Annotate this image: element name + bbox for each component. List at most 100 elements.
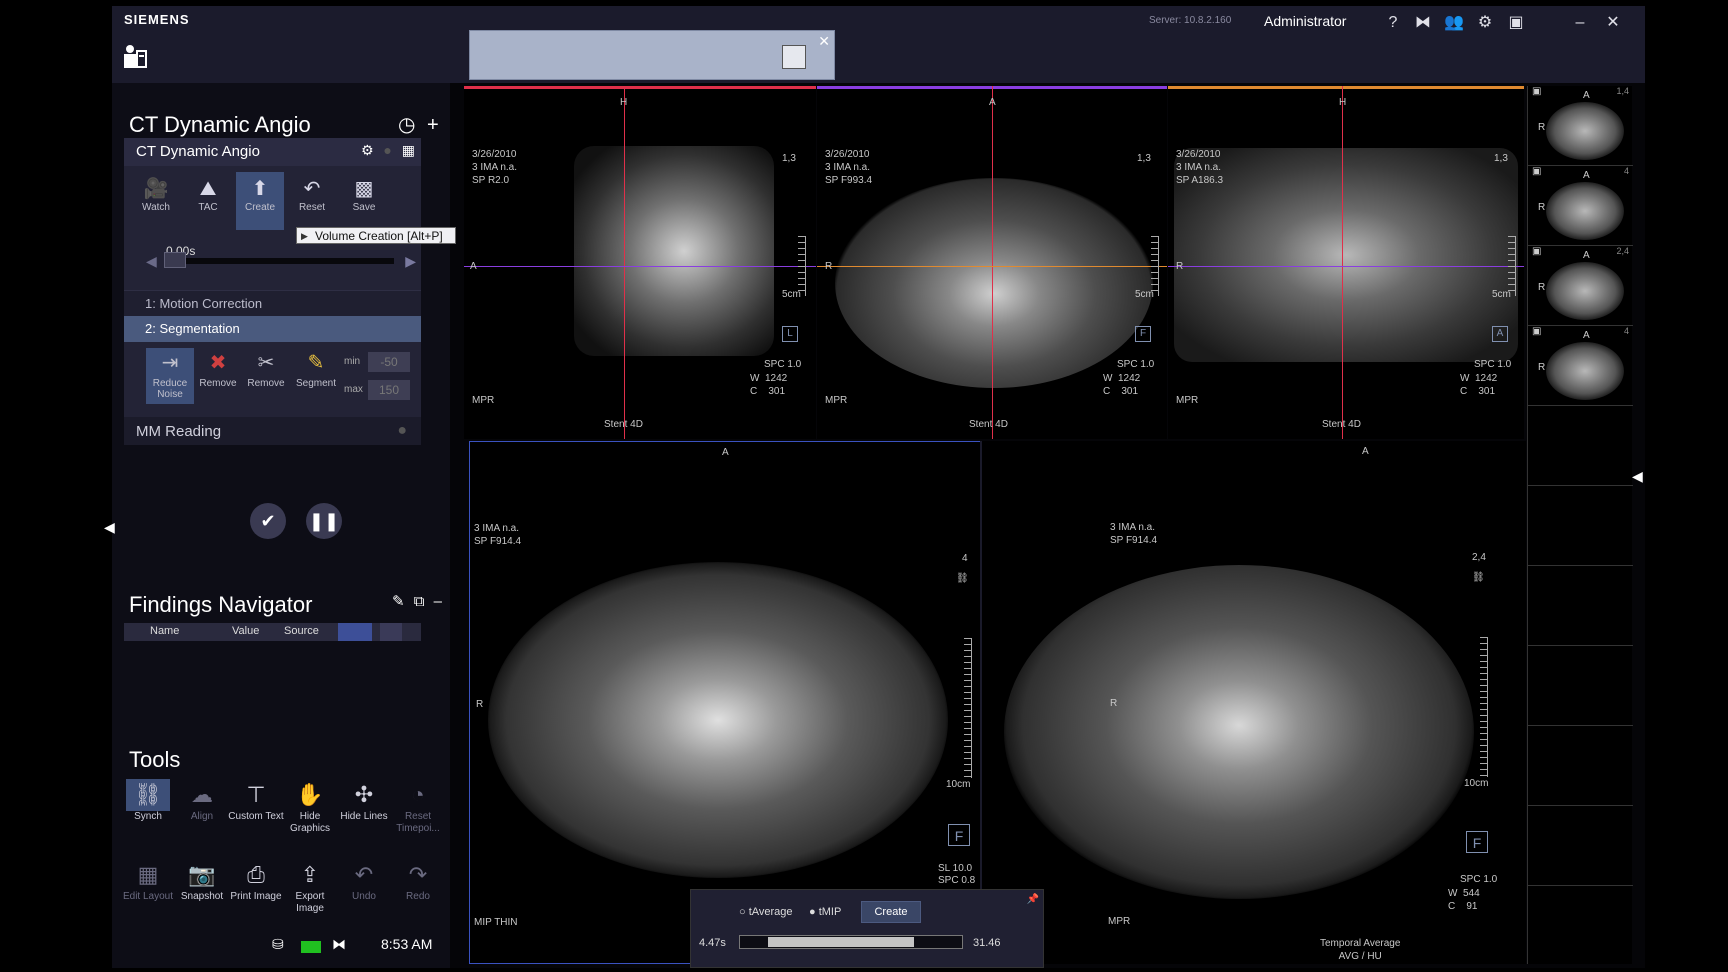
time-slider[interactable]: ◀ 0.00s ▶ [146, 244, 416, 274]
thumbnail-select-icon: ▣ [1532, 166, 1542, 177]
remove-bone-icon: ✂ [257, 352, 275, 374]
grid-icon[interactable]: ▦ [402, 142, 415, 158]
spc-value: SPC 1.0 [1117, 359, 1155, 370]
redo-button[interactable]: ↷ Redo [390, 859, 446, 903]
scale-ruler [1480, 637, 1488, 777]
reset-button[interactable]: ↶ Reset [288, 176, 336, 213]
slider-track[interactable] [164, 258, 394, 264]
collapse-left-arrow-icon[interactable]: ◀ [104, 519, 115, 536]
edit-findings-icon[interactable]: ✎ [392, 593, 405, 610]
export-image-button[interactable]: ⇪ Export Image [282, 859, 338, 915]
pin-icon[interactable]: 📌 [1027, 894, 1039, 905]
scale-label: 5cm [782, 289, 801, 300]
scale-ruler [1508, 236, 1516, 296]
watch-button[interactable]: 🎥 Watch [132, 176, 180, 213]
close-icon[interactable]: ✕ [1602, 12, 1624, 34]
scale-label: 5cm [1492, 289, 1511, 300]
reduce-noise-icon: ⇥ [161, 352, 179, 374]
align-button[interactable]: ☁ Align [174, 779, 230, 823]
tac-button[interactable]: ⛰ TAC [184, 176, 232, 213]
align-icon: ☁ [191, 782, 213, 807]
time-range-fill[interactable] [768, 937, 914, 947]
toolbox-icon[interactable]: ▣ [1505, 12, 1527, 34]
remove-bone-button[interactable]: ✂ Remove [242, 348, 290, 389]
viewport-temporal-average[interactable]: A R 3 IMA n.a. SP F914.4 2,4 ⛓ 10cm F SPC… [982, 441, 1526, 964]
link-icon[interactable]: ⛓ [956, 572, 969, 585]
max-label: max [344, 384, 363, 395]
orientation-left: R [1176, 261, 1184, 272]
segment-button[interactable]: ✎ Segment [292, 348, 340, 389]
gear-icon[interactable]: ⚙ [361, 142, 374, 158]
time-range-slider[interactable] [739, 935, 963, 949]
step-segmentation[interactable]: 2: Segmentation [124, 316, 421, 342]
add-icon[interactable]: + [427, 114, 439, 136]
collapse-right-arrow-icon[interactable]: ◀ [1632, 468, 1643, 485]
help-icon[interactable]: ? [1382, 12, 1404, 34]
print-image-icon: ⎙ [247, 862, 265, 887]
viewport-sagittal[interactable]: H A 3/26/2010 3 IMA n.a. SP R2.0 1,3 5cm L… [464, 86, 816, 439]
thumbnail-strip: ▣ A R 1,4 ▣ A R 4 ▣ A R 2,4 ▣ A R 4 [1527, 86, 1633, 964]
create-button[interactable]: Create [861, 901, 921, 923]
viewport-color-bar [1168, 86, 1524, 89]
spc-value: SPC 1.0 [1474, 359, 1512, 370]
step-motion-correction[interactable]: 1: Motion Correction [124, 290, 421, 316]
undo-button[interactable]: ↶ Undo [336, 859, 392, 903]
view-label: Temporal Average AVG / HU [1320, 938, 1401, 962]
export-findings-icon[interactable]: ⧉ [414, 593, 425, 610]
snapshot-button[interactable]: 📷 Snapshot [174, 859, 230, 903]
gear-icon[interactable]: ⚙ [1474, 12, 1496, 34]
column-value[interactable]: Value [232, 625, 259, 637]
popup-document-icon[interactable] [782, 45, 806, 69]
minimize-findings-icon[interactable]: – [434, 593, 442, 610]
confirm-button[interactable]: ✔ [250, 503, 286, 539]
hide-lines-button[interactable]: ✣ Hide Lines [336, 779, 392, 823]
viewport-mip-large[interactable]: A R 3 IMA n.a. SP F914.4 4 ⛓ 10cm F SL 10… [469, 441, 981, 964]
thumbnail[interactable]: ▣ A R 1,4 [1528, 86, 1633, 166]
custom-text-button[interactable]: ⊤ Custom Text [228, 779, 284, 823]
slider-thumb[interactable] [164, 252, 186, 268]
popup-close-icon[interactable]: ✕ [818, 33, 830, 50]
min-input[interactable]: -50 [368, 352, 410, 372]
column-info-icon[interactable] [380, 623, 402, 641]
view-label: Stent 4D [969, 419, 1008, 430]
column-type-icon[interactable] [338, 623, 372, 641]
synch-button[interactable]: ⛓ Synch [120, 779, 176, 823]
hide-graphics-button[interactable]: ✋ Hide Graphics [282, 779, 338, 835]
remove-table-button[interactable]: ✖ Remove [194, 348, 242, 389]
column-source[interactable]: Source [284, 625, 319, 637]
image-number: 1,3 [1494, 153, 1508, 164]
pause-button[interactable]: ❚❚ [306, 503, 342, 539]
thumbnail[interactable]: ▣ A R 2,4 [1528, 246, 1633, 326]
thumbnail[interactable]: ▣ A R 4 [1528, 166, 1633, 246]
users-icon[interactable]: 👥 [1443, 12, 1465, 34]
thumbnail[interactable]: ▣ A R 4 [1528, 326, 1633, 406]
viewport-axial[interactable]: A R 3/26/2010 3 IMA n.a. SP F993.4 1,3 5cm… [817, 86, 1167, 439]
column-name[interactable]: Name [150, 625, 179, 637]
save-button[interactable]: ▩ Save [340, 176, 388, 213]
create-button[interactable]: ⬆ Create [236, 172, 284, 230]
print-image-button[interactable]: ⎙ Print Image [228, 859, 284, 903]
user-name[interactable]: Administrator [1264, 13, 1346, 29]
edit-layout-button[interactable]: ▦ Edit Layout [120, 859, 176, 903]
slider-right-arrow-icon[interactable]: ▶ [405, 253, 416, 270]
link-icon[interactable]: ⛓ [1472, 571, 1485, 584]
history-icon[interactable]: ◷ [398, 114, 415, 136]
viewport-coronal[interactable]: H R 3/26/2010 3 IMA n.a. SP A186.3 1,3 5cm… [1168, 86, 1524, 439]
slider-left-arrow-icon[interactable]: ◀ [146, 253, 157, 270]
window-values: W 1242 C 301 [1103, 373, 1141, 397]
layout-icon[interactable]: ⧓ [1412, 12, 1434, 34]
mm-reading-section[interactable]: MM Reading ● [124, 417, 421, 445]
sagittal-ct-image [574, 146, 774, 356]
option-taverage[interactable]: ○ tAverage [739, 906, 793, 918]
option-tmip[interactable]: ● tMIP [809, 906, 841, 918]
view-type: MPR [1108, 916, 1131, 927]
custom-text-icon: ⊤ [246, 782, 266, 807]
minimize-icon[interactable]: – [1569, 12, 1591, 34]
reduce-noise-button[interactable]: ⇥ Reduce Noise [146, 348, 194, 404]
reset-timepoint-button[interactable]: ◔ Reset Timepoi... [390, 779, 446, 835]
app-menu-icon[interactable] [120, 42, 150, 72]
status-green-indicator [301, 941, 321, 953]
max-input[interactable]: 150 [368, 380, 410, 400]
spc-value: SPC 1.0 [764, 359, 802, 370]
network-icon: ⛁ [272, 936, 284, 952]
